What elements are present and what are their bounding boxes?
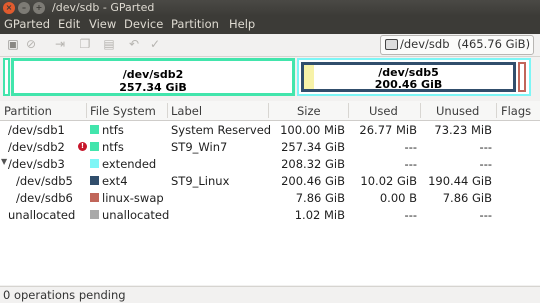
map-sdb1[interactable] [3, 58, 10, 96]
map-sdb2-size: 257.34 GiB [119, 81, 187, 94]
table-row[interactable]: /dev/sdb6 linux-swap 7.86 GiB 0.00 B 7.8… [0, 189, 540, 206]
cell-size: 200.46 GiB [281, 174, 345, 188]
cell-size: 208.32 GiB [281, 157, 345, 171]
cell-used: 26.77 MiB [359, 123, 417, 137]
fs-color-swatch [90, 142, 99, 151]
cell-label: System Reserved [171, 123, 272, 137]
cell-partition: unallocated [8, 208, 76, 222]
menu-view[interactable]: View [89, 17, 116, 31]
partition-table: Partition File System Label Size Used Un… [0, 101, 540, 285]
status-text: 0 operations pending [3, 288, 126, 302]
warning-icon: ! [78, 142, 87, 151]
resize-move-icon[interactable]: ⇥ [53, 37, 67, 51]
cell-partition: /dev/sdb1 [8, 123, 65, 137]
cell-used: 0.00 B [379, 191, 417, 205]
menu-partition[interactable]: Partition [171, 17, 219, 31]
cell-unused: --- [479, 140, 492, 154]
col-partition[interactable]: Partition [4, 104, 52, 118]
cell-size: 7.86 GiB [295, 191, 345, 205]
table-header: Partition File System Label Size Used Un… [0, 101, 540, 121]
cell-size: 257.34 GiB [281, 140, 345, 154]
device-name: /dev/sdb [400, 37, 450, 51]
minimize-icon[interactable]: – [18, 2, 30, 14]
map-sdb2-name: /dev/sdb2 [122, 68, 184, 81]
cell-unused: --- [479, 157, 492, 171]
cell-used: --- [404, 140, 417, 154]
fs-color-swatch [90, 159, 99, 168]
cell-filesystem: extended [102, 157, 157, 171]
fs-color-swatch [90, 125, 99, 134]
cell-partition: /dev/sdb3 [8, 157, 65, 171]
cell-filesystem: ext4 [102, 174, 128, 188]
fs-color-swatch [90, 210, 99, 219]
cell-label: ST9_Linux [171, 174, 230, 188]
menu-edit[interactable]: Edit [58, 17, 80, 31]
col-used[interactable]: Used [369, 104, 398, 118]
copy-icon[interactable]: ❐ [78, 37, 92, 51]
device-size: (465.76 GiB) [457, 37, 531, 51]
status-bar: 0 operations pending [0, 286, 540, 303]
col-unused[interactable]: Unused [436, 104, 479, 118]
cell-filesystem: ntfs [102, 140, 124, 154]
table-row[interactable]: /dev/sdb2 ! ntfs ST9_Win7 257.34 GiB ---… [0, 138, 540, 155]
map-sdb5-size: 200.46 GiB [374, 78, 443, 91]
device-selector[interactable]: /dev/sdb (465.76 GiB) [380, 35, 534, 55]
fs-color-swatch [90, 176, 99, 185]
cell-used: --- [404, 208, 417, 222]
col-size[interactable]: Size [297, 104, 321, 118]
title-bar: × – + /dev/sdb - GParted [0, 0, 540, 16]
cell-used: --- [404, 157, 417, 171]
disk-icon [385, 39, 398, 50]
cell-label: ST9_Win7 [171, 140, 228, 154]
map-sdb5[interactable]: /dev/sdb5 200.46 GiB [301, 62, 516, 92]
cell-unused: --- [479, 208, 492, 222]
cell-filesystem: linux-swap [102, 191, 164, 205]
col-filesystem[interactable]: File System [90, 104, 156, 118]
cell-unused: 190.44 GiB [428, 174, 492, 188]
cell-used: 10.02 GiB [360, 174, 417, 188]
paste-icon[interactable]: ▤ [102, 37, 116, 51]
cell-partition: /dev/sdb2 [8, 140, 65, 154]
table-row[interactable]: /dev/sdb5 ext4 ST9_Linux 200.46 GiB 10.0… [0, 172, 540, 189]
delete-icon[interactable]: ⊘ [24, 37, 38, 51]
map-sdb2[interactable]: /dev/sdb2 257.34 GiB [11, 58, 295, 96]
undo-icon[interactable]: ↶ [127, 37, 141, 51]
cell-size: 100.00 MiB [280, 123, 345, 137]
partition-map: /dev/sdb2 257.34 GiB /dev/sdb5 200.46 Gi… [3, 58, 531, 96]
col-flags[interactable]: Flags [501, 104, 531, 118]
menu-device[interactable]: Device [124, 17, 163, 31]
expander-icon[interactable]: ▼ [1, 157, 7, 166]
col-label[interactable]: Label [171, 104, 202, 118]
fs-color-swatch [90, 193, 99, 202]
apply-icon[interactable]: ✓ [148, 37, 162, 51]
cell-filesystem: unallocated [102, 208, 170, 222]
cell-unused: 7.86 GiB [442, 191, 492, 205]
window-title: /dev/sdb - GParted [52, 1, 155, 14]
menu-help[interactable]: Help [229, 17, 255, 31]
menu-bar: GParted Edit View Device Partition Help [0, 16, 540, 34]
cell-unused: 73.23 MiB [434, 123, 492, 137]
cell-filesystem: ntfs [102, 123, 124, 137]
map-sdb6[interactable] [518, 62, 526, 92]
cell-partition: /dev/sdb5 [16, 174, 73, 188]
close-icon[interactable]: × [3, 2, 15, 14]
table-row[interactable]: unallocated unallocated 1.02 MiB --- --- [0, 206, 540, 223]
table-row[interactable]: /dev/sdb1 ntfs System Reserved 100.00 Mi… [0, 121, 540, 138]
menu-gparted[interactable]: GParted [4, 17, 50, 31]
cell-partition: /dev/sdb6 [16, 191, 73, 205]
table-row[interactable]: ▼ /dev/sdb3 extended 208.32 GiB --- --- [0, 155, 540, 172]
map-extended[interactable]: /dev/sdb5 200.46 GiB [297, 58, 531, 96]
cell-size: 1.02 MiB [294, 208, 345, 222]
new-partition-icon[interactable]: ▣ [6, 37, 20, 51]
maximize-icon[interactable]: + [33, 2, 45, 14]
